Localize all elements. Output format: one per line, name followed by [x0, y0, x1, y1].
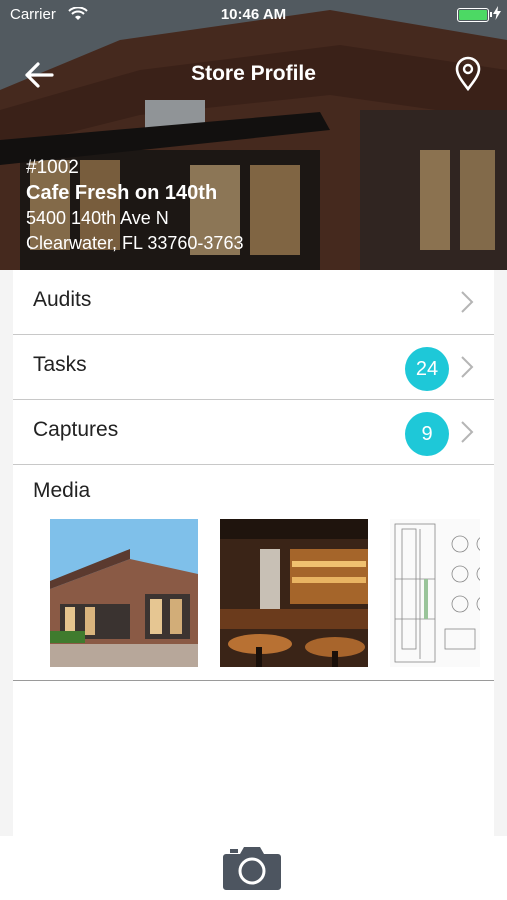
- captures-label: Captures: [33, 418, 119, 441]
- media-label: Media: [33, 479, 91, 502]
- camera-icon[interactable]: [222, 842, 282, 892]
- store-address-line1: 5400 140th Ave N: [26, 208, 169, 228]
- store-number: #1002: [26, 157, 79, 178]
- store-address-line2: Clearwater, FL 33760-3763: [26, 233, 244, 253]
- store-name: Cafe Fresh on 140th: [26, 182, 218, 204]
- navigation-bar: Store Profile: [0, 52, 507, 96]
- media-thumb-floor-plan[interactable]: [390, 519, 480, 667]
- media-thumb-storefront[interactable]: [50, 519, 198, 667]
- tasks-label: Tasks: [33, 353, 87, 376]
- battery-icon: [457, 8, 492, 22]
- bottom-toolbar: [0, 836, 507, 900]
- audits-row[interactable]: Audits: [13, 270, 494, 335]
- media-carousel[interactable]: [50, 519, 480, 667]
- map-pin-icon[interactable]: [453, 56, 483, 92]
- store-header-image: Carrier 10:46 AM Store Profile #1002 Caf…: [0, 0, 507, 270]
- chevron-right-icon: [461, 356, 474, 378]
- chevron-right-icon: [461, 291, 474, 313]
- tasks-row[interactable]: Tasks 24: [13, 335, 494, 400]
- clock: 10:46 AM: [220, 6, 287, 23]
- media-section: Media: [13, 465, 494, 681]
- tasks-count-badge: 24: [405, 347, 449, 391]
- store-menu-card: Audits Tasks 24 Captures 9 Media: [13, 270, 494, 836]
- captures-count-badge: 9: [405, 412, 449, 456]
- status-bar: Carrier 10:46 AM: [0, 0, 507, 30]
- audits-label: Audits: [33, 288, 92, 311]
- charging-icon: [493, 6, 501, 20]
- media-thumb-bar-interior[interactable]: [220, 519, 368, 667]
- store-info: #1002 Cafe Fresh on 140th 5400 140th Ave…: [26, 156, 243, 256]
- page-title: Store Profile: [191, 62, 316, 85]
- chevron-right-icon: [461, 421, 474, 443]
- captures-row[interactable]: Captures 9: [13, 400, 494, 465]
